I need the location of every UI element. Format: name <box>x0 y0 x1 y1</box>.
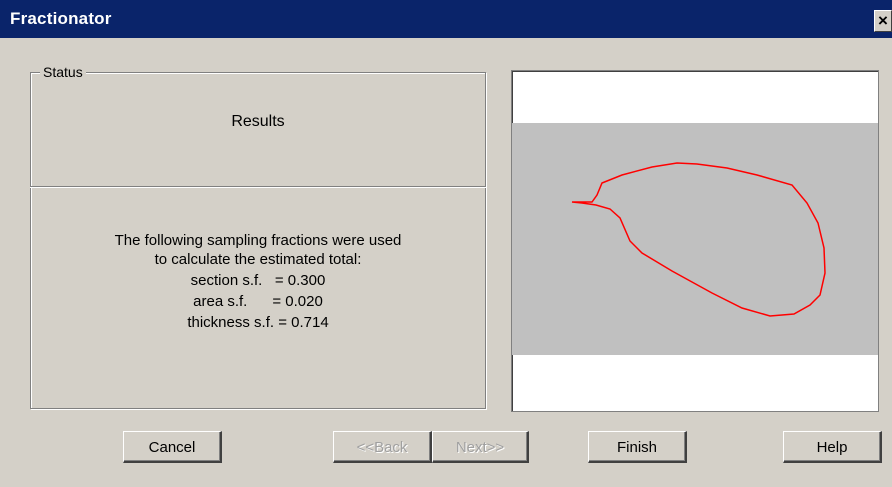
section-sf-line: section s.f. = 0.300 <box>190 272 326 289</box>
status-legend: Status <box>40 64 86 80</box>
title-bar: Fractionator × <box>0 0 892 38</box>
area-sf-line: area s.f. = 0.020 <box>193 293 323 310</box>
thickness-sf-line: thickness s.f. = 0.714 <box>187 314 329 331</box>
window-title: Fractionator <box>10 9 112 28</box>
contour-preview-image <box>571 162 826 317</box>
close-icon: × <box>878 11 888 30</box>
status-divider <box>30 186 486 188</box>
finish-button[interactable]: Finish <box>588 431 687 463</box>
close-button[interactable]: × <box>874 10 892 32</box>
cancel-button[interactable]: Cancel <box>123 431 222 463</box>
help-button[interactable]: Help <box>783 431 882 463</box>
contour-outline <box>571 162 826 317</box>
back-button[interactable]: <<Back <box>333 431 432 463</box>
message-line-1: The following sampling fractions were us… <box>114 232 402 249</box>
message-line-2: to calculate the estimated total: <box>154 251 362 268</box>
results-heading: Results <box>231 113 285 130</box>
next-button[interactable]: Next>> <box>432 431 529 463</box>
